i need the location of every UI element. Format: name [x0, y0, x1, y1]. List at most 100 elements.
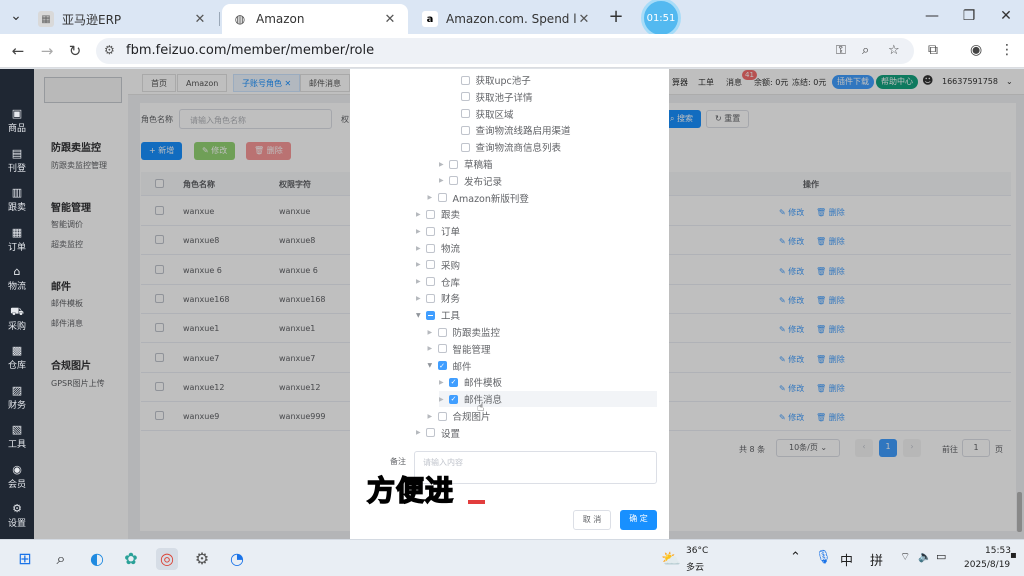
close-icon[interactable]: ✕: [382, 12, 398, 27]
permission-tree-node[interactable]: ▶ 跟卖: [416, 206, 657, 222]
permission-tree-node[interactable]: ▶ 合规图片: [428, 408, 658, 424]
permission-tree-node[interactable]: ▼ 工具: [416, 307, 657, 323]
site-info-icon[interactable]: ⚙: [104, 43, 115, 57]
browser-tab-amazon[interactable]: ◍ Amazon ✕: [222, 4, 408, 34]
reload-icon[interactable]: ↻: [66, 42, 84, 60]
browser-tab-amazon-com[interactable]: a Amazon.com. Spend less. Sm ✕: [412, 4, 602, 34]
menu-icon[interactable]: ⋮: [1000, 42, 1014, 58]
tree-checkbox[interactable]: ✓: [449, 394, 458, 404]
close-icon[interactable]: ✕: [576, 12, 592, 27]
battery-icon[interactable]: ▭: [936, 550, 946, 563]
browser-tab-erp[interactable]: ▦ 亚马逊ERP ✕: [28, 4, 218, 34]
tree-checkbox[interactable]: ✓: [449, 377, 458, 387]
edge-icon[interactable]: ◐: [86, 548, 108, 570]
permission-tree-node[interactable]: ▶ 防跟卖监控: [428, 324, 658, 340]
expand-arrow-icon[interactable]: ▼: [428, 362, 438, 369]
url-bar[interactable]: ⚙ fbm.feizuo.com/member/member/role ⚿ ⌕ …: [96, 38, 914, 64]
expand-arrow-icon[interactable]: ▶: [428, 413, 438, 420]
expand-arrow-icon[interactable]: ▶: [416, 429, 426, 436]
tree-checkbox[interactable]: [437, 193, 447, 203]
tree-checkbox[interactable]: [426, 428, 435, 438]
chat-app-icon[interactable]: ◔: [226, 548, 248, 570]
expand-arrow-icon[interactable]: ▶: [416, 278, 426, 285]
expand-arrow-icon[interactable]: ▶: [416, 211, 426, 218]
search-icon[interactable]: ⌕: [50, 548, 72, 570]
sidenav-item[interactable]: ⚙ 设置: [0, 502, 34, 529]
sidenav-item[interactable]: ⛟ 采购: [0, 305, 34, 332]
new-tab-button[interactable]: +: [606, 7, 626, 27]
permission-tree-node[interactable]: ▶ 物流: [416, 240, 657, 256]
tree-checkbox[interactable]: [437, 344, 447, 354]
tree-checkbox[interactable]: [437, 327, 447, 337]
sidenav-item[interactable]: ▧ 工具: [0, 423, 34, 450]
permission-tree-node[interactable]: ▼ ✓ 邮件: [428, 358, 658, 374]
tree-checkbox[interactable]: [426, 277, 435, 287]
page-scrollbar[interactable]: [1017, 492, 1022, 532]
bookmark-star-icon[interactable]: ☆: [888, 43, 900, 58]
ime-lang[interactable]: 中: [840, 550, 853, 569]
permission-tree-node[interactable]: ▶ 采购: [416, 257, 657, 273]
speaker-icon[interactable]: 🔈: [918, 550, 932, 563]
windows-start-icon[interactable]: ⊞: [14, 548, 36, 570]
cancel-button[interactable]: 取 消: [573, 510, 611, 530]
minimize-icon[interactable]: —: [924, 8, 940, 24]
microphone-icon[interactable]: 🎙: [815, 550, 832, 565]
permission-tree-node[interactable]: ▶ ✓ 邮件模板: [439, 374, 657, 390]
expand-arrow-icon[interactable]: ▶: [439, 161, 449, 168]
tree-checkbox[interactable]: [426, 293, 435, 303]
expand-arrow-icon[interactable]: ▶: [428, 345, 438, 352]
expand-arrow-icon[interactable]: ▼: [416, 312, 426, 319]
sidenav-item[interactable]: ▦ 订单: [0, 226, 34, 253]
tree-checkbox[interactable]: [460, 125, 470, 135]
window-close-icon[interactable]: ✕: [998, 8, 1014, 24]
back-icon[interactable]: ←: [9, 42, 27, 60]
expand-arrow-icon[interactable]: ▶: [416, 261, 426, 268]
restore-icon[interactable]: ❐: [961, 8, 977, 24]
tree-checkbox[interactable]: [426, 226, 435, 236]
confirm-button[interactable]: 确 定: [620, 510, 657, 530]
key-icon[interactable]: ⚿: [836, 43, 846, 58]
expand-arrow-icon[interactable]: ▶: [428, 329, 438, 336]
tree-checkbox[interactable]: [426, 243, 435, 253]
zoom-icon[interactable]: ⌕: [862, 43, 869, 58]
sidenav-item[interactable]: ◉ 会员: [0, 463, 34, 490]
tree-checkbox[interactable]: [449, 176, 458, 186]
expand-arrow-icon[interactable]: ▶: [416, 245, 426, 252]
tree-checkbox[interactable]: [426, 310, 435, 320]
sidenav-item[interactable]: ▩ 仓库: [0, 344, 34, 371]
ime-mode[interactable]: 拼: [870, 550, 883, 569]
tree-checkbox[interactable]: [460, 109, 470, 119]
settings-gear-icon[interactable]: ⚙: [191, 548, 213, 570]
tree-checkbox[interactable]: [460, 75, 470, 85]
sidenav-item[interactable]: ▥ 跟卖: [0, 186, 34, 213]
close-icon[interactable]: ✕: [192, 12, 208, 27]
permission-tree-node[interactable]: ▶ ✓ 邮件消息: [439, 391, 657, 408]
permission-tree-node[interactable]: 获取池子详情: [451, 89, 658, 105]
expand-arrow-icon[interactable]: ▶: [416, 295, 426, 302]
sidenav-item[interactable]: ⌂ 物流: [0, 265, 34, 292]
tree-checkbox[interactable]: [426, 209, 435, 219]
tree-checkbox[interactable]: [426, 260, 435, 270]
expand-arrow-icon[interactable]: ▶: [416, 228, 426, 235]
sidenav-item[interactable]: ▨ 财务: [0, 384, 34, 411]
permission-tree-node[interactable]: 查询物流线路启用渠道: [451, 122, 658, 138]
forward-icon[interactable]: →: [38, 42, 56, 60]
expand-arrow-icon[interactable]: ▶: [439, 177, 449, 184]
tree-checkbox[interactable]: [460, 92, 470, 102]
permission-tree-node[interactable]: ▶ 财务: [416, 290, 657, 306]
permission-tree-node[interactable]: ▶ 仓库: [416, 274, 657, 290]
permission-tree-node[interactable]: ▶ Amazon新版刊登: [428, 190, 658, 206]
sidenav-item[interactable]: ▣ 商品: [0, 107, 34, 134]
expand-arrow-icon[interactable]: ▶: [439, 396, 449, 403]
tab-list-icon[interactable]: ⌄: [8, 8, 24, 24]
permission-tree-node[interactable]: ▶ 订单: [416, 223, 657, 239]
extensions-icon[interactable]: ⧉: [928, 42, 938, 58]
chevron-up-icon[interactable]: ⌃: [790, 550, 801, 565]
permission-tree-node[interactable]: 获取upc池子: [451, 72, 658, 88]
permission-tree-node[interactable]: 查询物流商信息列表: [451, 139, 658, 155]
app-icon[interactable]: ✿: [120, 548, 142, 570]
expand-arrow-icon[interactable]: ▶: [428, 194, 438, 201]
expand-arrow-icon[interactable]: ▶: [439, 379, 449, 386]
permission-tree-node[interactable]: ▶ 智能管理: [428, 341, 658, 357]
tree-checkbox[interactable]: [460, 142, 470, 152]
